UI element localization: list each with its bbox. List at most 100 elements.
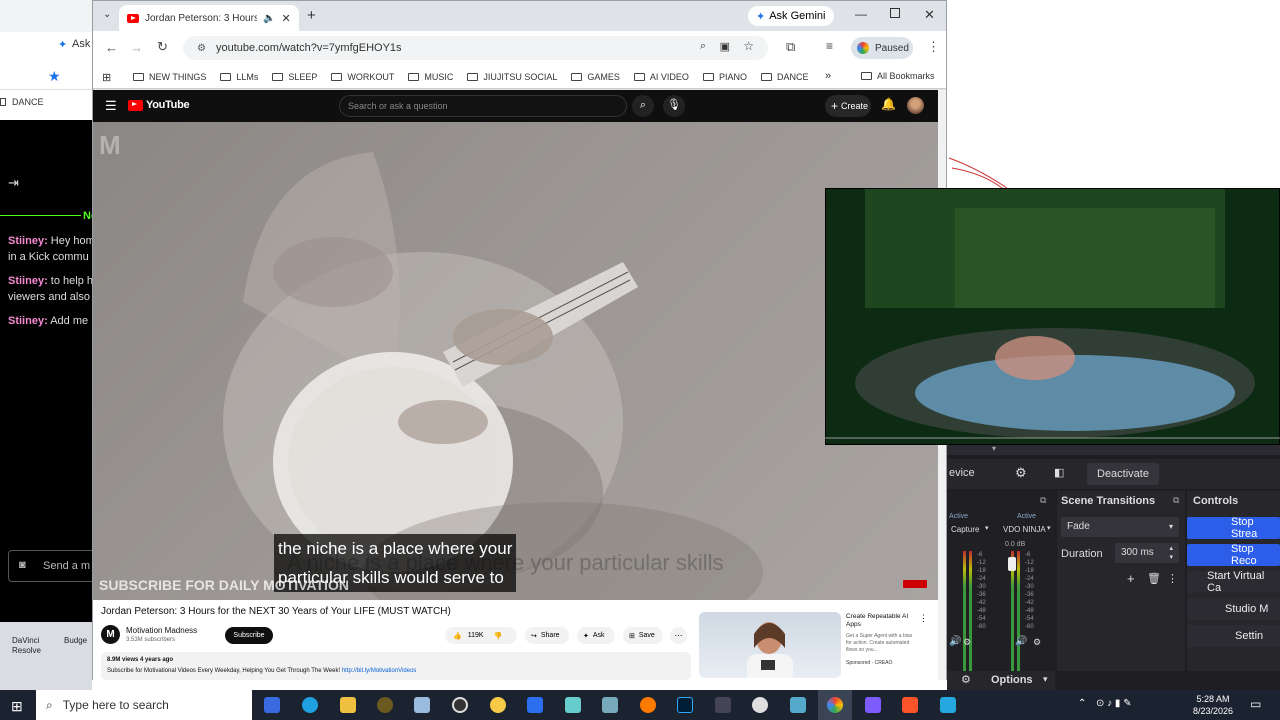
dropdown-arrow-icon[interactable]: ▾: [992, 444, 996, 453]
microphone-icon[interactable]: 🎙: [663, 95, 685, 117]
obs-icon[interactable]: [452, 697, 468, 713]
cast-icon[interactable]: ▣: [720, 40, 730, 53]
star-icon[interactable]: ★: [48, 68, 61, 85]
new-tab-button[interactable]: +: [307, 7, 316, 24]
docs-icon[interactable]: [527, 697, 543, 713]
audio-icon[interactable]: 🔈: [263, 13, 275, 24]
app-icon[interactable]: [752, 697, 768, 713]
notifications-bell-icon[interactable]: 🔔: [881, 97, 896, 111]
desktop-icon-davinci[interactable]: DaVinci Resolve: [12, 636, 48, 656]
bookmark-folder[interactable]: GAMES: [571, 72, 620, 82]
tab-search-icon[interactable]: ⌄: [103, 9, 111, 20]
task-view-icon[interactable]: [264, 697, 280, 713]
bookmark-star-icon[interactable]: ☆: [743, 39, 754, 53]
more-icon[interactable]: ⋮: [1167, 572, 1178, 585]
bookmark-folder[interactable]: JIUJITSU SOCIAL: [467, 72, 557, 82]
extensions-icon[interactable]: ⧉: [786, 39, 795, 55]
dock-icon[interactable]: ⧉: [1040, 495, 1046, 506]
collapse-chat-icon[interactable]: ⇥: [8, 175, 19, 191]
search-icon[interactable]: ⌕: [632, 95, 654, 117]
app-icon[interactable]: [565, 697, 581, 713]
ad-title[interactable]: Create Repeatable AI Apps: [846, 613, 918, 629]
bookmark-folder[interactable]: SLEEP: [272, 72, 317, 82]
ask-gemini-button[interactable]: ✦ Ask Gemini: [748, 6, 834, 26]
maximize-button[interactable]: [890, 8, 900, 18]
chrome-menu-icon[interactable]: ⋮: [927, 39, 940, 55]
studio-mode-button[interactable]: Studio M: [1187, 598, 1280, 620]
minimize-button[interactable]: —: [855, 7, 867, 21]
trash-icon[interactable]: 🗑: [1147, 572, 1161, 585]
stepper-icon[interactable]: ▴ ▾: [1169, 544, 1173, 562]
stop-streaming-button[interactable]: Stop Strea: [1187, 516, 1280, 540]
settings-icon[interactable]: ⚙: [1033, 637, 1041, 648]
app-icon[interactable]: [414, 697, 430, 713]
settings-button[interactable]: Settin: [1187, 625, 1280, 647]
app-icon[interactable]: [490, 697, 506, 713]
start-virtual-camera-button[interactable]: Start Virtual Ca: [1187, 570, 1280, 594]
subscribe-badge-icon[interactable]: [903, 580, 927, 588]
more-bookmarks-icon[interactable]: »: [825, 70, 831, 82]
zoom-icon[interactable]: ⌕: [700, 40, 706, 53]
more-actions-icon[interactable]: ⋯: [670, 627, 687, 644]
all-bookmarks-folder[interactable]: All Bookmarks: [861, 71, 935, 81]
dock-icon[interactable]: ⧉: [1173, 495, 1179, 506]
dislike-icon[interactable]: 👎: [494, 632, 503, 640]
bookmark-folder[interactable]: AI VIDEO: [633, 72, 689, 82]
site-info-icon[interactable]: ⚙: [197, 43, 206, 54]
profile-button[interactable]: Paused: [851, 37, 913, 59]
settings-icon[interactable]: ⚙: [963, 637, 971, 648]
tab-close-icon[interactable]: ✕: [281, 12, 290, 25]
ask-button[interactable]: ✦ Ask: [577, 627, 615, 644]
video-player[interactable]: M A niche is a place where your particul…: [93, 122, 938, 600]
app-icon[interactable]: [377, 697, 393, 713]
tray-icons[interactable]: ⊙ ♪ ▮ ✎: [1096, 698, 1132, 709]
duration-input[interactable]: 300 ms ▴ ▾: [1115, 543, 1179, 563]
tab-youtube[interactable]: Jordan Peterson: 3 Hours fo 🔈 ✕: [119, 5, 299, 31]
brave-icon[interactable]: [902, 697, 918, 713]
app-icon[interactable]: [602, 697, 618, 713]
volume-slider-handle[interactable]: [1008, 557, 1016, 571]
bookmark-folder[interactable]: LLMs: [220, 72, 258, 82]
stop-recording-button[interactable]: Stop Reco: [1187, 543, 1280, 567]
dropdown-arrow-icon[interactable]: ▾: [1047, 524, 1051, 532]
transition-select[interactable]: Fade ▾: [1061, 517, 1179, 537]
add-icon[interactable]: +: [1127, 571, 1135, 586]
description-box[interactable]: 8.9M views 4 years ago Subscribe for Mot…: [101, 652, 691, 680]
close-window-button[interactable]: ✕: [924, 7, 935, 23]
clock[interactable]: 5:28 AM 8/23/2026: [1188, 693, 1238, 717]
taskbar-search-input[interactable]: ⌕ Type here to search: [36, 690, 252, 720]
notifications-icon[interactable]: ▭: [1250, 697, 1261, 711]
bookmark-folder[interactable]: PIANO: [702, 72, 747, 82]
dropdown-arrow-icon[interactable]: ▾: [1043, 674, 1048, 685]
filters-icon[interactable]: ◧: [1054, 466, 1064, 479]
subscribe-button[interactable]: Subscribe: [225, 627, 273, 644]
channel-name[interactable]: Motivation Madness: [126, 626, 197, 635]
windows-start-icon[interactable]: ⊞: [11, 698, 23, 715]
tray-chevron-icon[interactable]: ⌃: [1078, 698, 1086, 709]
file-explorer-icon[interactable]: [340, 697, 356, 713]
edge-icon[interactable]: [302, 697, 318, 713]
chrome-icon[interactable]: [827, 697, 843, 713]
firefox-icon[interactable]: [640, 697, 656, 713]
davinci-icon[interactable]: [715, 697, 731, 713]
apps-icon[interactable]: ⊞: [102, 71, 111, 84]
description-link[interactable]: http://bit.ly/MotivationVideos: [342, 668, 417, 674]
ad-menu-icon[interactable]: ⋮: [919, 613, 928, 624]
deactivate-button[interactable]: Deactivate: [1087, 463, 1159, 485]
bookmark-folder[interactable]: WORKOUT: [331, 72, 394, 82]
bookmark-folder[interactable]: MUSIC: [408, 72, 453, 82]
bookmark-folder[interactable]: DANCE: [760, 72, 808, 82]
share-button[interactable]: ↪ Share: [525, 627, 569, 644]
app-icon[interactable]: [790, 697, 806, 713]
dropdown-arrow-icon[interactable]: ▾: [985, 524, 989, 532]
app-icon[interactable]: [865, 697, 881, 713]
create-button[interactable]: + Create: [825, 95, 871, 117]
like-count[interactable]: 119K: [462, 632, 484, 639]
settings-icon[interactable]: ⚙: [961, 673, 971, 686]
ad-thumbnail[interactable]: [699, 612, 841, 678]
like-icon[interactable]: 👍: [445, 632, 462, 640]
youtube-search-input[interactable]: Search or ask a question: [339, 95, 627, 117]
options-button[interactable]: Options: [991, 674, 1033, 686]
desktop-icon-budge[interactable]: Budge: [64, 636, 87, 645]
bookmark-folder[interactable]: NEW THINGS: [133, 72, 206, 82]
